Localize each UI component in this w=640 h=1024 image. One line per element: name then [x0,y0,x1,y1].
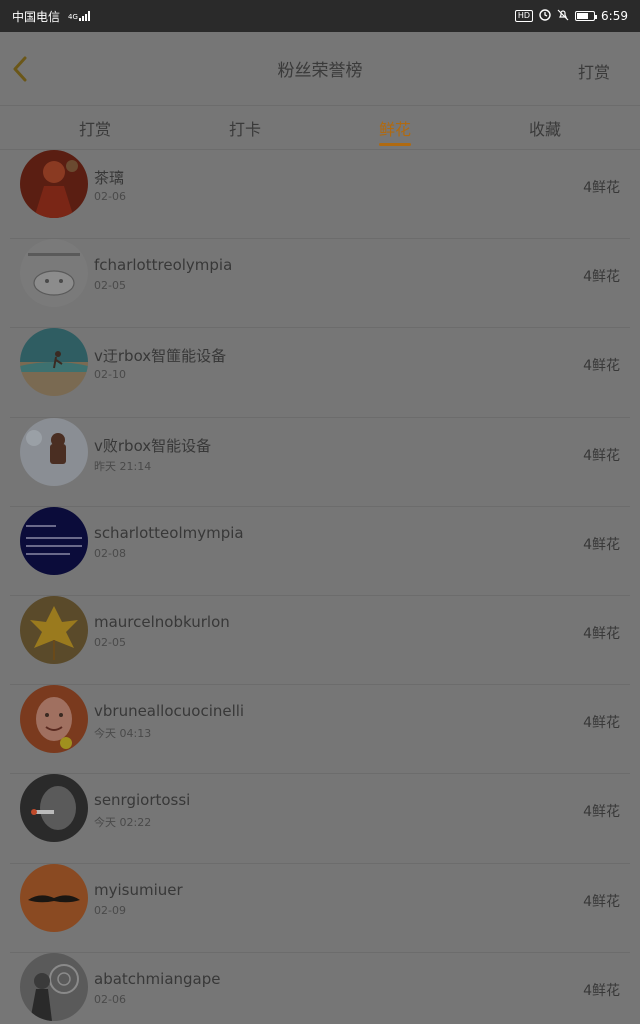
fan-date: 02-08 [94,546,126,560]
hd-icon: HD [514,10,534,22]
avatar[interactable] [20,685,88,754]
tab-checkin[interactable]: 打卡 [170,106,320,150]
list-item[interactable]: 茶璃 02-06 4鲜花 [10,150,630,240]
list-item[interactable]: v迂rbox智篚能设备 02-10 4鲜花 [10,328,630,418]
avatar[interactable] [20,150,88,218]
flower-count: 4鲜花 [583,536,620,553]
avatar[interactable] [20,952,88,1021]
fan-date: 02-10 [94,368,126,382]
tab-reward[interactable]: 打赏 [20,106,170,150]
avatar[interactable] [20,774,88,843]
tab-checkin-label: 打卡 [228,120,261,139]
fan-list: 茶璃 02-06 4鲜花 fcharlottreolympia 02-05 4鲜… [0,150,640,1024]
mute-icon [557,9,569,24]
flower-count: 4鲜花 [583,804,620,821]
tab-bar: 打赏 打卡 鲜花 收藏 [0,106,640,150]
fan-date: 今天 02:22 [94,816,152,830]
avatar[interactable] [20,239,88,308]
fan-date: 02-05 [94,635,126,649]
status-bar-right: HD 6:59 [514,8,628,24]
flower-count: 4鲜花 [583,447,620,464]
fan-name: v迂rbox智篚能设备 [94,347,227,366]
chevron-left-icon [13,56,27,82]
flower-count: 4鲜花 [583,982,620,999]
fan-name: maurcelnobkurlon [94,612,230,631]
flower-count: 4鲜花 [583,269,620,286]
list-item[interactable]: myisumiuer 02-09 4鲜花 [10,863,630,953]
status-bar: 中国电信 4G HD 6:59 [0,0,640,32]
avatar[interactable] [20,417,88,486]
list-item[interactable]: scharlotteolmympia 02-08 4鲜花 [10,506,630,596]
avatar[interactable] [20,863,88,932]
fan-date: 今天 04:13 [94,727,152,741]
fan-name: myisumiuer [94,880,183,899]
avatar[interactable] [20,506,88,575]
network-type-label: 4G [68,13,78,21]
flower-count: 4鲜花 [583,893,620,910]
carrier-label: 中国电信 [12,9,61,24]
list-item[interactable]: senrgiortossi 今天 02:22 4鲜花 [10,774,630,864]
avatar[interactable] [20,595,88,664]
fan-name: abatchmiangape [94,969,221,988]
fan-date: 02-06 [94,992,126,1006]
tab-flowers-label: 鲜花 [378,120,411,139]
tab-reward-label: 打赏 [78,120,111,139]
fan-name: senrgiortossi [94,791,191,810]
tab-flowers[interactable]: 鲜花 [320,106,470,150]
data-saver-icon [539,8,551,24]
status-bar-left: 中国电信 4G [12,8,90,25]
fan-date: 02-09 [94,903,126,917]
header-bar: 粉丝荣誉榜 打赏 [0,32,640,106]
fan-name: scharlotteolmympia [94,523,244,542]
fan-name: vbruneallocuocinelli [94,702,245,721]
tab-favorites-label: 收藏 [528,120,561,139]
list-item[interactable]: fcharlottreolympia 02-05 4鲜花 [10,239,630,329]
flower-count: 4鲜花 [583,715,620,732]
clock-label: 6:59 [601,9,628,23]
list-item[interactable]: maurcelnobkurlon 02-05 4鲜花 [10,595,630,686]
reward-button[interactable]: 打赏 [578,59,610,83]
list-item[interactable]: vbruneallocuocinelli 今天 04:13 4鲜花 [10,685,630,775]
flower-count: 4鲜花 [583,625,620,642]
tab-favorites[interactable]: 收藏 [470,106,620,150]
flower-count: 4鲜花 [583,180,620,196]
signal-icon: 4G [66,11,90,21]
list-item[interactable]: v败rbox智能设备 昨天 21:14 4鲜花 [10,417,630,507]
active-tab-indicator [379,143,411,146]
fan-date: 02-05 [94,279,126,293]
battery-icon [575,11,598,21]
page-title: 粉丝荣誉榜 [277,61,363,81]
fan-name: 茶璃 [94,169,125,187]
fan-date: 昨天 21:14 [94,459,152,473]
list-item[interactable]: abatchmiangape 02-06 4鲜花 [10,952,630,1024]
avatar[interactable] [20,328,88,397]
fan-name: v败rbox智能设备 [94,436,212,455]
fan-name: fcharlottreolympia [94,256,233,275]
fan-date: 02-06 [94,190,126,203]
flower-count: 4鲜花 [583,358,620,375]
back-button[interactable] [8,54,32,84]
